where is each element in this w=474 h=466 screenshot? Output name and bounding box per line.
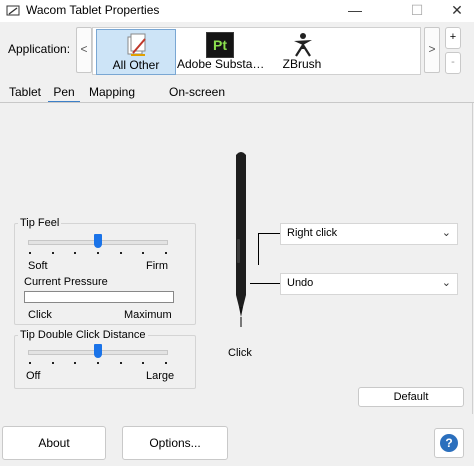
title-bar: Wacom Tablet Properties — ☐ ✕ — [0, 0, 474, 22]
current-pressure-label: Current Pressure — [24, 276, 108, 288]
double-click-max-label: Large — [146, 370, 175, 382]
options-button[interactable]: Options... — [122, 426, 228, 460]
double-click-title: Tip Double Click Distance — [20, 329, 146, 341]
pressure-min-label: Click — [28, 309, 52, 321]
window-title: Wacom Tablet Properties — [26, 3, 160, 17]
slider-tick — [97, 362, 99, 364]
app-item-label: ZBrush — [282, 57, 322, 71]
about-button[interactable]: About — [2, 426, 106, 460]
slider-tick — [51, 362, 54, 364]
upper-button-leader — [258, 233, 259, 265]
slider-tick — [51, 252, 54, 254]
close-button[interactable]: ✕ — [440, 0, 474, 22]
app-item-label: Adobe Substa… — [177, 57, 263, 71]
slider-tick — [29, 252, 31, 254]
help-button[interactable]: ? — [434, 428, 464, 458]
tip-feel-max-label: Firm — [146, 260, 168, 272]
all-other-icon — [127, 33, 146, 56]
slider-tick — [74, 362, 77, 364]
pen-tip-label: Click — [228, 347, 252, 359]
bottom-bar: About Options... ? — [0, 414, 474, 466]
tab-mapping[interactable]: Mapping — [86, 84, 138, 101]
lower-button-dropdown[interactable]: Undo ⌄ — [280, 273, 458, 295]
add-application-button[interactable]: + — [445, 27, 461, 49]
upper-button-value: Right click — [287, 227, 338, 239]
default-button[interactable]: Default — [358, 387, 464, 407]
zbrush-icon — [294, 33, 312, 57]
slider-tick — [97, 252, 99, 254]
help-icon: ? — [440, 434, 458, 452]
slider-tick — [119, 362, 122, 364]
tab-tablet[interactable]: Tablet — [6, 84, 44, 101]
app-item-all-other[interactable]: All Other — [96, 29, 176, 75]
maximize-button[interactable]: ☐ — [400, 0, 434, 22]
pressure-max-label: Maximum — [124, 309, 172, 321]
slider-tick — [74, 252, 77, 254]
app-item-adobe-substance[interactable]: Pt Adobe Substa… — [177, 29, 263, 73]
slider-tick — [165, 362, 167, 364]
upper-button-leader-h — [258, 233, 280, 234]
lower-button-value: Undo — [287, 277, 314, 289]
pen-illustration — [236, 152, 246, 327]
tip-feel-slider-thumb[interactable] — [94, 234, 102, 248]
upper-button-dropdown[interactable]: Right click ⌄ — [280, 223, 458, 245]
double-click-slider-thumb[interactable] — [94, 344, 102, 358]
pressure-meter — [24, 291, 174, 303]
slider-tick — [29, 362, 31, 364]
tip-feel-title: Tip Feel — [20, 217, 60, 229]
wacom-pen-icon — [6, 5, 20, 16]
tab-pen[interactable]: Pen — [48, 84, 80, 103]
application-list: All Other Pt Adobe Substa… ZBrush — [92, 27, 421, 75]
double-click-min-label: Off — [26, 370, 41, 382]
slider-tick — [165, 252, 167, 254]
app-scroll-left-button[interactable]: < — [76, 27, 92, 73]
application-label: Application: — [8, 42, 71, 56]
slider-tick — [142, 362, 145, 364]
app-item-label: All Other — [112, 58, 160, 72]
slider-tick — [142, 252, 145, 254]
adobe-substance-icon: Pt — [206, 32, 234, 58]
tab-strip: Tablet Pen Mapping On-screen shortcuts — [0, 84, 474, 116]
app-item-zbrush[interactable]: ZBrush — [263, 29, 341, 73]
pen-settings-panel: Tip Feel Soft Firm Current Pressure Clic… — [0, 103, 473, 414]
tip-feel-min-label: Soft — [28, 260, 48, 272]
remove-application-button[interactable]: - — [445, 52, 461, 74]
tab-on-screen-shortcuts[interactable]: On-screen shortcuts — [144, 84, 250, 116]
minimize-button[interactable]: — — [338, 0, 372, 22]
chevron-down-icon: ⌄ — [441, 277, 451, 289]
app-scroll-right-button[interactable]: > — [424, 27, 440, 73]
chevron-down-icon: ⌄ — [441, 227, 451, 239]
slider-tick — [119, 252, 122, 254]
lower-button-leader — [250, 283, 280, 284]
